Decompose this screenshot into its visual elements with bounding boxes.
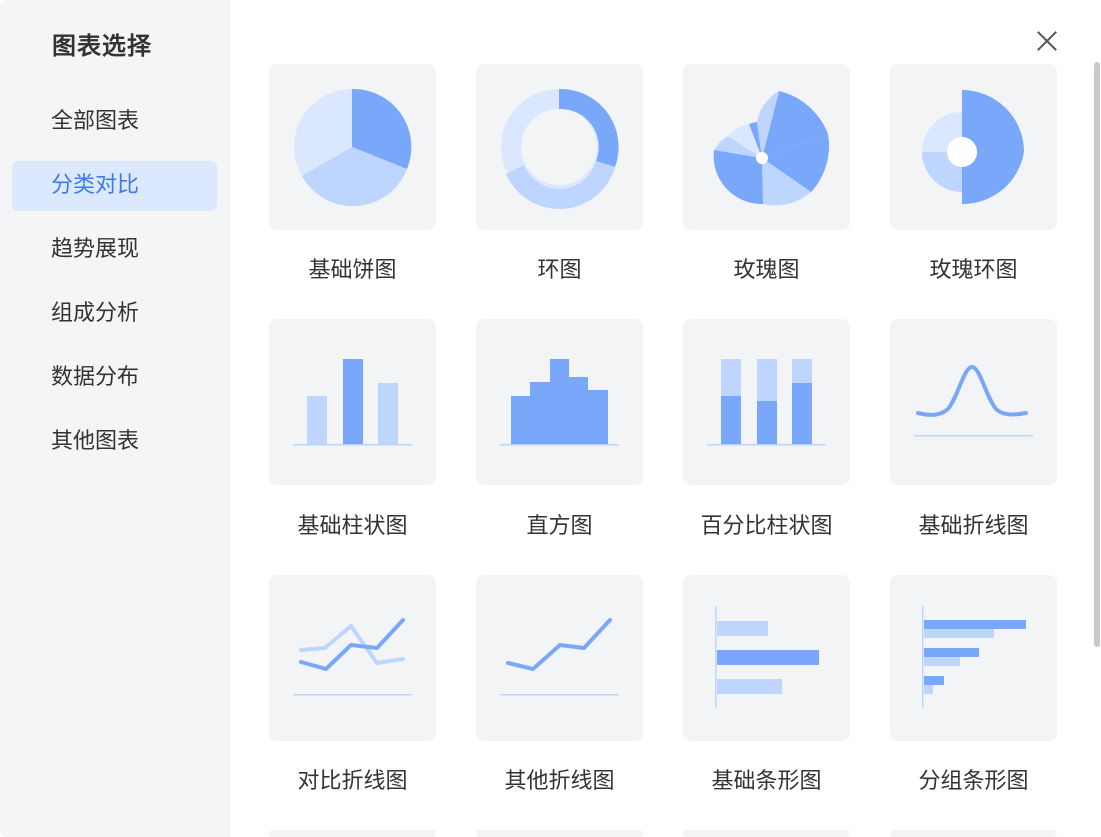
chart-card-other-line[interactable] — [476, 575, 643, 741]
chart-card-partial[interactable] — [269, 830, 436, 837]
chart-label: 对比折线图 — [297, 769, 408, 794]
sidebar: 图表选择 全部图表 分类对比 趋势展现 组成分析 数据分布 其他图表 — [0, 0, 230, 837]
chart-card-horizontal-bar[interactable] — [683, 575, 850, 741]
chart-label: 其他折线图 — [504, 769, 615, 794]
chart-label: 环图 — [537, 258, 582, 283]
category-composition[interactable]: 组成分析 — [12, 289, 217, 339]
chart-card-bar[interactable] — [269, 319, 436, 485]
category-distribution[interactable]: 数据分布 — [12, 353, 217, 403]
close-icon[interactable] — [1034, 28, 1060, 54]
category-trend[interactable]: 趋势展现 — [12, 225, 217, 275]
other-line-chart-icon — [500, 618, 619, 696]
chart-label: 基础柱状图 — [297, 514, 408, 539]
category-compare[interactable]: 分类对比 — [12, 161, 217, 211]
dialog-title: 图表选择 — [52, 32, 152, 60]
chart-card-line[interactable] — [890, 319, 1057, 485]
line-chart-icon — [914, 364, 1033, 437]
chart-label: 直方图 — [526, 514, 593, 539]
chart-card-donut[interactable] — [476, 64, 643, 230]
category-other[interactable]: 其他图表 — [12, 417, 217, 467]
chart-card-partial[interactable] — [890, 830, 1057, 837]
percent-bar-chart-icon — [707, 359, 826, 446]
chart-card-partial[interactable] — [683, 830, 850, 837]
chart-card-rose-ring[interactable] — [890, 64, 1057, 230]
chart-card-histogram[interactable] — [476, 319, 643, 485]
chart-card-rose[interactable] — [683, 64, 850, 230]
scrollbar-thumb[interactable] — [1094, 62, 1100, 647]
bar-chart-icon — [293, 359, 412, 446]
horizontal-bar-chart-icon — [715, 606, 819, 708]
chart-label: 分组条形图 — [918, 769, 1029, 794]
chart-card-pie[interactable] — [269, 64, 436, 230]
histogram-icon — [500, 359, 619, 446]
category-all[interactable]: 全部图表 — [12, 97, 217, 147]
chart-card-compare-line[interactable] — [269, 575, 436, 741]
rose-ring-chart-icon — [922, 90, 1024, 205]
chart-label: 基础折线图 — [918, 514, 1029, 539]
chart-card-grouped-bar[interactable] — [890, 575, 1057, 741]
pie-chart-icon — [294, 88, 412, 207]
chart-label: 基础条形图 — [711, 769, 822, 794]
compare-line-chart-icon — [293, 618, 412, 696]
rose-chart-icon — [713, 91, 830, 206]
chart-label: 玫瑰图 — [733, 258, 800, 283]
chart-select-dialog: 图表选择 全部图表 分类对比 趋势展现 组成分析 数据分布 其他图表 基础饼图 … — [0, 0, 1101, 837]
chart-label: 基础饼图 — [308, 258, 397, 283]
grouped-bar-chart-icon — [922, 606, 1026, 708]
chart-label: 百分比柱状图 — [700, 514, 833, 539]
chart-card-partial[interactable] — [476, 830, 643, 837]
chart-card-percent-bar[interactable] — [683, 319, 850, 485]
chart-label: 玫瑰环图 — [929, 258, 1018, 283]
donut-chart-icon — [501, 88, 619, 210]
